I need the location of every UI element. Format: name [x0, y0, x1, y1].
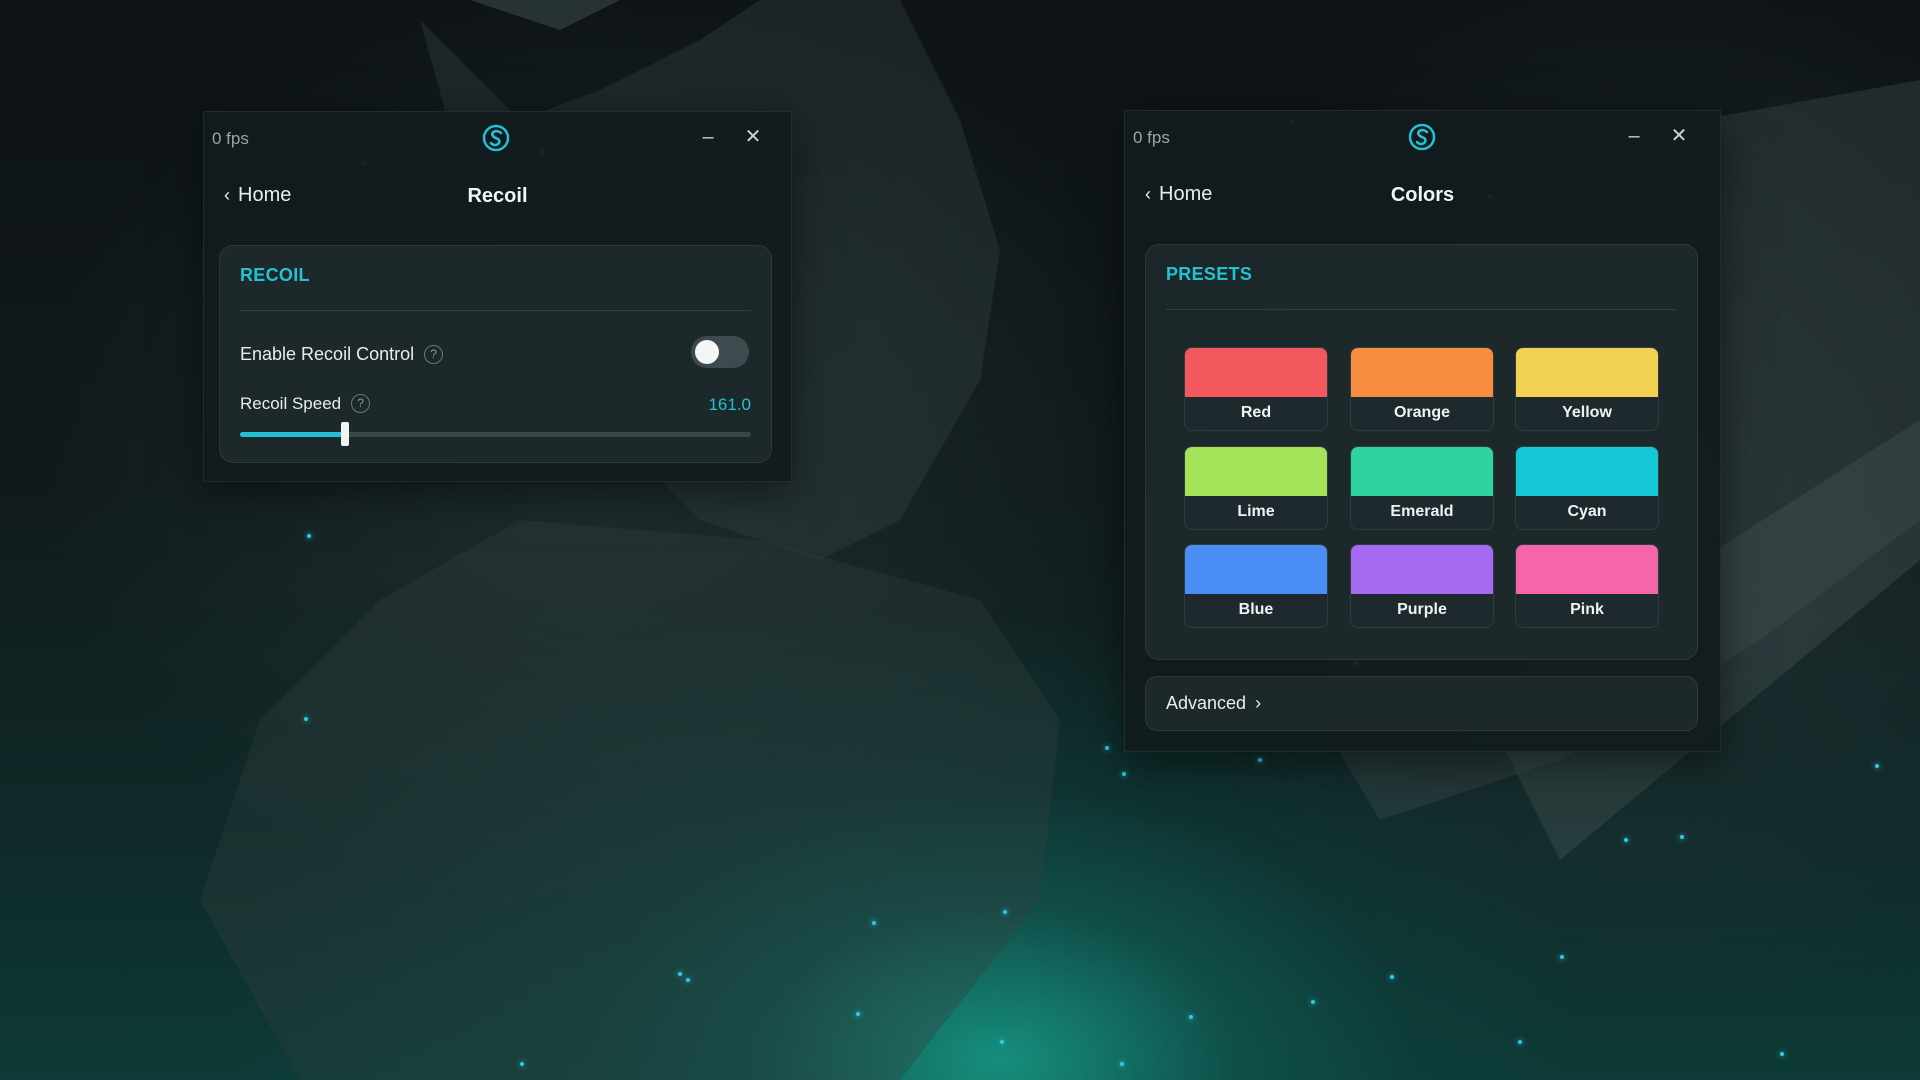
particle-dot	[1624, 838, 1628, 842]
particle-dot	[686, 978, 690, 982]
page-title: Recoil	[467, 185, 528, 207]
close-button[interactable]: ✕	[1664, 121, 1694, 151]
particle-dot	[1122, 772, 1126, 776]
preset-label: Pink	[1570, 601, 1604, 618]
preset-red[interactable]: Red	[1184, 347, 1328, 431]
particle-dot	[856, 1012, 860, 1016]
preset-yellow[interactable]: Yellow	[1515, 347, 1659, 431]
preset-blue[interactable]: Blue	[1184, 544, 1328, 628]
particle-dot	[1258, 758, 1262, 762]
slider-thumb[interactable]	[340, 422, 349, 446]
recoil-speed-row: Recoil Speed?	[240, 394, 371, 414]
particle-dot	[1105, 746, 1109, 750]
swatch-color	[1516, 447, 1658, 496]
page-title: Colors	[1390, 184, 1455, 206]
section-title: RECOIL	[240, 265, 310, 285]
particle-dot	[1000, 1040, 1004, 1044]
app-logo-icon	[1408, 123, 1436, 151]
swatch-color	[1185, 545, 1327, 594]
preset-label: Orange	[1393, 404, 1450, 421]
enable-recoil-label: Enable Recoil Control	[240, 344, 415, 364]
preset-label: Blue	[1238, 601, 1274, 618]
close-button[interactable]: ✕	[738, 122, 768, 152]
particle-dot	[520, 1062, 524, 1066]
section-divider	[240, 310, 751, 311]
preset-purple[interactable]: Purple	[1350, 544, 1494, 628]
swatch-color	[1351, 447, 1493, 496]
help-icon[interactable]: ?	[351, 394, 371, 413]
swatch-color	[1516, 545, 1658, 594]
recoil-speed-label: Recoil Speed	[240, 394, 342, 413]
preset-label: Cyan	[1567, 503, 1607, 520]
preset-label: Emerald	[1390, 503, 1454, 520]
recoil-speed-slider[interactable]	[240, 422, 751, 446]
preset-orange[interactable]: Orange	[1350, 347, 1494, 431]
particle-dot	[1560, 955, 1564, 959]
particle-dot	[1518, 1040, 1522, 1044]
swatch-color	[1516, 348, 1658, 397]
particle-dot	[872, 921, 876, 925]
toggle-knob	[695, 340, 719, 364]
minimize-button[interactable]: –	[1619, 121, 1649, 151]
preset-label: Yellow	[1562, 404, 1612, 421]
chevron-right-icon: ›	[1255, 693, 1262, 713]
advanced-button[interactable]: Advanced ›	[1145, 676, 1698, 731]
swatch-color	[1185, 447, 1327, 496]
colors-window: 0 fps – ✕ ‹ Home Colors PRESETS Red Orang…	[1124, 110, 1721, 752]
swatch-color	[1351, 348, 1493, 397]
minimize-button[interactable]: –	[693, 122, 723, 152]
fps-counter: 0 fps	[212, 129, 249, 148]
preset-emerald[interactable]: Emerald	[1350, 446, 1494, 530]
preset-pink[interactable]: Pink	[1515, 544, 1659, 628]
preset-label: Red	[1240, 404, 1272, 421]
particle-dot	[307, 534, 311, 538]
preset-cyan[interactable]: Cyan	[1515, 446, 1659, 530]
particle-dot	[304, 717, 308, 721]
swatch-color	[1185, 348, 1327, 397]
preset-label: Lime	[1237, 503, 1275, 520]
particle-dot	[1120, 1062, 1124, 1066]
help-icon[interactable]: ?	[424, 345, 444, 364]
particle-dot	[1875, 764, 1879, 768]
particle-dot	[1390, 975, 1394, 979]
preset-lime[interactable]: Lime	[1184, 446, 1328, 530]
section-divider	[1166, 309, 1677, 310]
recoil-window: 0 fps – ✕ ‹ Home Recoil RECOIL Enable Rec…	[203, 111, 792, 482]
particle-dot	[1780, 1052, 1784, 1056]
swatch-color	[1351, 545, 1493, 594]
particle-dot	[1311, 1000, 1315, 1004]
particle-dot	[1189, 1015, 1193, 1019]
slider-fill	[240, 432, 345, 437]
recoil-section-card: RECOIL Enable Recoil Control? Recoil Spe…	[219, 245, 772, 463]
enable-recoil-toggle[interactable]	[691, 336, 749, 368]
fps-counter: 0 fps	[1133, 128, 1170, 147]
preset-label: Purple	[1397, 601, 1447, 618]
particle-dot	[1003, 910, 1007, 914]
presets-section-card: PRESETS Red Orange Yellow Lime Emerald C…	[1145, 244, 1698, 660]
section-title: PRESETS	[1166, 264, 1253, 284]
app-logo-icon	[482, 124, 510, 152]
particle-dot	[678, 972, 682, 976]
advanced-label: Advanced	[1166, 693, 1247, 713]
recoil-speed-value: 161.0	[708, 395, 751, 414]
enable-recoil-row: Enable Recoil Control?	[240, 344, 444, 365]
particle-dot	[1680, 835, 1684, 839]
